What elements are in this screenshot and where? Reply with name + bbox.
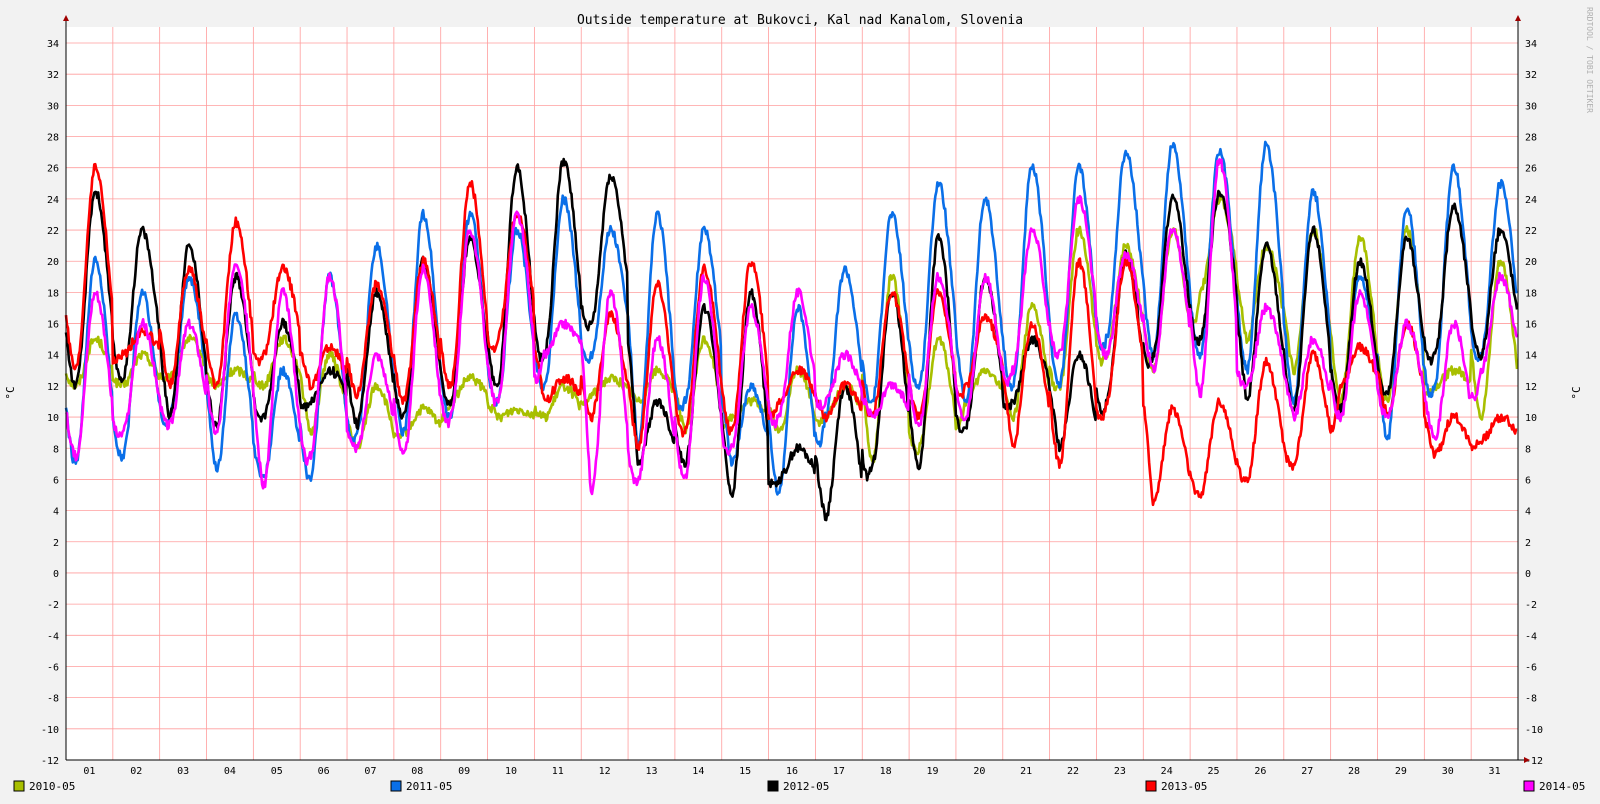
y-tick-label-left: 10 <box>47 413 59 424</box>
y-tick-label-right: -2 <box>1525 600 1537 611</box>
x-tick-label: 07 <box>364 766 376 777</box>
y-tick-label-left: 2 <box>53 538 59 549</box>
x-tick-label: 19 <box>926 766 938 777</box>
x-tick-label: 26 <box>1254 766 1266 777</box>
y-tick-label-left: 20 <box>47 257 59 268</box>
x-tick-label: 06 <box>318 766 330 777</box>
y-tick-label-right: 26 <box>1525 164 1537 175</box>
legend-swatch <box>1523 780 1535 792</box>
x-tick-label: 20 <box>973 766 985 777</box>
y-tick-label-right: 6 <box>1525 475 1531 486</box>
chart-svg: -12 -12-10 -10-8 -8-6 -6-4 -4-2 -20 02 24 46 68 810… <box>0 0 1600 800</box>
y-tick-label-right: 8 <box>1525 444 1531 455</box>
y-tick-label-right: 18 <box>1525 288 1537 299</box>
legend-swatch <box>1145 780 1157 792</box>
y-tick-label-right: 12 <box>1525 382 1537 393</box>
x-tick-label: 29 <box>1395 766 1407 777</box>
y-tick-label-left: -4 <box>47 631 59 642</box>
y-tick-label-right: 32 <box>1525 70 1537 81</box>
y-tick-label-left: -2 <box>47 600 59 611</box>
x-tick-label: 23 <box>1114 766 1126 777</box>
legend-swatch <box>13 780 25 792</box>
y-axis-label-left: °C <box>4 386 17 399</box>
x-tick-label: 16 <box>786 766 798 777</box>
legend-label: 2013-05 <box>1161 780 1207 793</box>
x-tick-label: 28 <box>1348 766 1360 777</box>
y-tick-label-right: 10 <box>1525 413 1537 424</box>
y-tick-label-left: 28 <box>47 133 59 144</box>
legend-label: 2014-05 <box>1539 780 1585 793</box>
y-tick-label-left: 32 <box>47 70 59 81</box>
x-tick-label: 09 <box>458 766 470 777</box>
y-tick-label-right: 34 <box>1525 39 1537 50</box>
y-tick-label-left: 12 <box>47 382 59 393</box>
y-tick-label-right: 2 <box>1525 538 1531 549</box>
y-tick-label-right: 0 <box>1525 569 1531 580</box>
x-tick-label: 17 <box>833 766 845 777</box>
x-tick-label: 12 <box>599 766 611 777</box>
y-tick-label-left: 18 <box>47 288 59 299</box>
y-axis-label-right: °C <box>1570 386 1583 399</box>
y-tick-label-right: 30 <box>1525 101 1537 112</box>
y-tick-label-left: 30 <box>47 101 59 112</box>
x-tick-label: 24 <box>1161 766 1173 777</box>
legend-swatch <box>767 780 779 792</box>
y-tick-label-right: -12 <box>1525 756 1543 767</box>
y-tick-label-left: -8 <box>47 694 59 705</box>
x-tick-label: 04 <box>224 766 236 777</box>
legend-label: 2011-05 <box>406 780 452 793</box>
y-tick-label-right: 16 <box>1525 320 1537 331</box>
y-tick-label-right: 22 <box>1525 226 1537 237</box>
y-tick-label-right: -8 <box>1525 694 1537 705</box>
watermark: RRDTOOL / TOBI OETIKER <box>1585 7 1594 113</box>
y-tick-label-left: -6 <box>47 662 59 673</box>
x-tick-label: 31 <box>1489 766 1501 777</box>
x-tick-label: 30 <box>1442 766 1454 777</box>
y-tick-label-right: -10 <box>1525 725 1543 736</box>
y-tick-label-left: 8 <box>53 444 59 455</box>
y-tick-label-right: 24 <box>1525 195 1537 206</box>
y-tick-label-left: 34 <box>47 39 59 50</box>
y-tick-label-left: -10 <box>41 725 59 736</box>
chart-title: Outside temperature at Bukovci, Kal nad … <box>577 13 1023 28</box>
y-tick-label-left: 16 <box>47 320 59 331</box>
y-tick-label-left: 14 <box>47 351 59 362</box>
y-tick-label-left: 4 <box>53 507 59 518</box>
x-tick-label: 08 <box>411 766 423 777</box>
x-tick-label: 25 <box>1208 766 1220 777</box>
legend-swatch <box>390 780 402 792</box>
x-tick-label: 02 <box>130 766 142 777</box>
y-tick-label-right: 28 <box>1525 133 1537 144</box>
x-tick-label: 03 <box>177 766 189 777</box>
x-tick-label: 27 <box>1301 766 1313 777</box>
x-tick-label: 14 <box>692 766 704 777</box>
temperature-chart: -12 -12 -10 -10 -8 -8 -6 -6 -4 -4 -2 -2 0 0 2 2 4 4 6 6 8 8 10… <box>0 0 1600 800</box>
x-tick-label: 15 <box>739 766 751 777</box>
x-tick-label: 22 <box>1067 766 1079 777</box>
y-tick-label-left: 6 <box>53 475 59 486</box>
x-tick-label: 10 <box>505 766 517 777</box>
y-tick-label-right: -6 <box>1525 662 1537 673</box>
x-tick-label: 18 <box>880 766 892 777</box>
legend-label: 2010-05 <box>29 780 75 793</box>
x-tick-label: 05 <box>271 766 283 777</box>
x-tick-label: 01 <box>83 766 95 777</box>
x-tick-label: 11 <box>552 766 564 777</box>
y-tick-label-left: 22 <box>47 226 59 237</box>
y-tick-label-right: 4 <box>1525 507 1531 518</box>
y-tick-label-left: -12 <box>41 756 59 767</box>
y-tick-label-left: 24 <box>47 195 59 206</box>
y-tick-label-right: 20 <box>1525 257 1537 268</box>
y-tick-label-left: 0 <box>53 569 59 580</box>
x-tick-label: 13 <box>645 766 657 777</box>
x-tick-label: 21 <box>1020 766 1032 777</box>
y-tick-label-left: 26 <box>47 164 59 175</box>
y-tick-label-right: -4 <box>1525 631 1537 642</box>
y-tick-label-right: 14 <box>1525 351 1537 362</box>
legend-label: 2012-05 <box>783 780 829 793</box>
